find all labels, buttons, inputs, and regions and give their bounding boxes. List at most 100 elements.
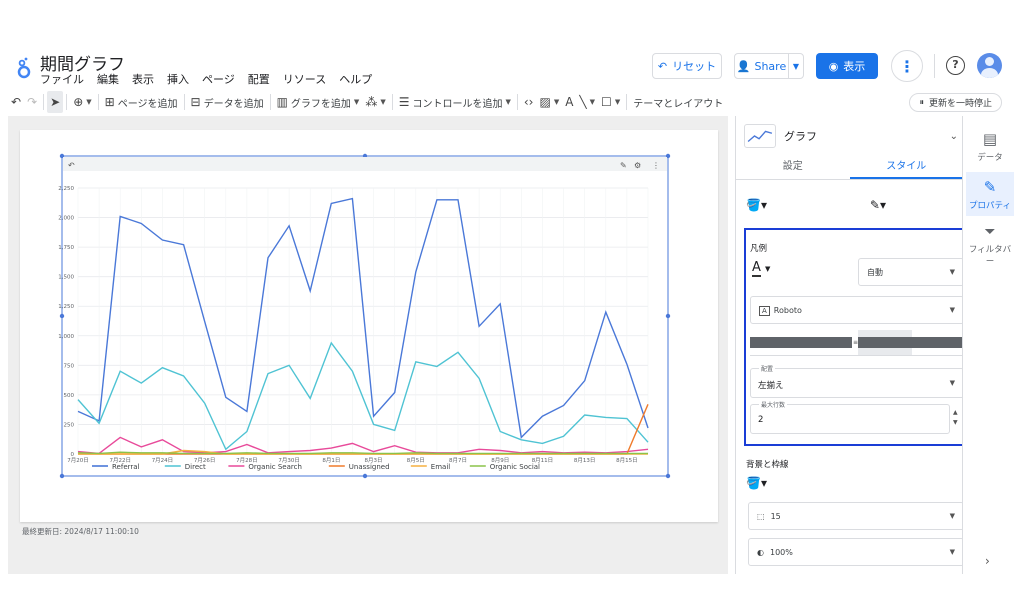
avatar[interactable] xyxy=(977,53,1002,78)
line-button[interactable]: ╲ ▼ xyxy=(576,91,598,113)
community-viz-button[interactable]: ⁂ ▼ xyxy=(362,91,388,113)
zoom-button[interactable]: ⊕ ▼ xyxy=(70,91,94,113)
chevron-down-icon[interactable]: ▼ xyxy=(789,62,803,71)
redo-button[interactable]: ↷ xyxy=(24,91,40,113)
legend-label: 凡例 xyxy=(750,244,768,254)
legend-position-right[interactable]: ≡ xyxy=(804,330,858,355)
rectangle-icon: ☐ xyxy=(601,95,612,109)
menu-resource[interactable]: リソース xyxy=(283,71,326,87)
series-line-organic-search[interactable] xyxy=(77,436,649,455)
image-button[interactable]: ▨ ▼ xyxy=(536,91,562,113)
add-page-button[interactable]: ⊞ ページを追加 xyxy=(102,91,181,113)
square-icon xyxy=(804,337,852,348)
shape-button[interactable]: ☐ ▼ xyxy=(598,91,623,113)
chevron-right-icon[interactable]: › xyxy=(985,554,990,568)
report-canvas: ↶ ✎ ⚙ ⋮ 0 250 500 750 1,000 1,250 1,500 1,750 2,000 2… xyxy=(8,116,728,574)
legend-item[interactable]: Organic Social xyxy=(490,463,540,471)
theme-layout-button[interactable]: テーマとレイアウト xyxy=(630,91,726,113)
menu-page[interactable]: ページ xyxy=(202,71,235,87)
tab-setup[interactable]: 設定 xyxy=(736,156,850,179)
filter-icon: ⏷ xyxy=(984,223,996,240)
x-tick-label: 8月13日 xyxy=(574,457,596,464)
view-button[interactable]: ◉ 表示 xyxy=(816,53,878,79)
x-tick-label: 8月15日 xyxy=(616,457,638,464)
add-chart-button[interactable]: ▥ グラフを追加 ▼ xyxy=(274,91,363,113)
more-vert-icon[interactable]: ⋮ xyxy=(891,50,923,82)
app-frame: 期間グラフ ファイル 編集 表示 挿入 ページ 配置 リソース ヘルプ ↶ リセ… xyxy=(8,46,1016,574)
menu-arrange[interactable]: 配置 xyxy=(248,71,270,87)
app-header: 期間グラフ ファイル 編集 表示 挿入 ページ 配置 リソース ヘルプ ↶ リセ… xyxy=(8,46,1016,90)
series-line-referral[interactable] xyxy=(77,197,649,439)
series-line-unassigned[interactable] xyxy=(78,404,649,455)
menu-file[interactable]: ファイル xyxy=(40,71,84,87)
redo-icon: ↷ xyxy=(27,95,38,109)
font-size-select[interactable]: 自動 ▼ xyxy=(858,258,962,286)
resize-handle[interactable] xyxy=(59,313,65,319)
rail-item-filter-bar[interactable]: ⏷ フィルタバー xyxy=(966,220,1014,270)
legend-position-top[interactable] xyxy=(912,330,962,355)
add-data-button[interactable]: ⊟ データを追加 xyxy=(188,91,267,113)
reset-button[interactable]: ↶ リセット xyxy=(652,53,722,79)
image-icon: ▨ xyxy=(539,95,551,109)
rail-item-properties[interactable]: ✎ プロパティ xyxy=(966,172,1014,216)
pencil-icon: ✎ xyxy=(983,177,997,196)
rail-item-data[interactable]: ▤ データ xyxy=(966,124,1014,168)
pencil-icon[interactable]: ✎▾ xyxy=(870,198,886,212)
fill-color-icon[interactable]: 🪣▾ xyxy=(746,476,767,490)
undo-icon[interactable]: ↶ xyxy=(67,161,75,170)
max-lines-field[interactable]: 最大行数 2 xyxy=(750,400,950,434)
legend-position-group: ≡ xyxy=(750,330,962,356)
edit-icon[interactable]: ✎ xyxy=(620,161,627,170)
settings-icon[interactable]: ⚙ xyxy=(634,161,641,170)
add-control-button[interactable]: ☰ コントロールを追加 ▼ xyxy=(396,91,514,113)
fill-color-icon[interactable]: 🪣▾ xyxy=(746,198,767,212)
text-color-icon[interactable]: A ▼ xyxy=(752,260,770,277)
stepper-icon[interactable]: ▲ ▼ xyxy=(953,408,958,428)
more-vert-icon[interactable]: ⋮ xyxy=(652,161,660,170)
series-line-direct[interactable] xyxy=(77,341,649,451)
divider xyxy=(934,54,935,78)
legend-item[interactable]: Direct xyxy=(185,463,206,471)
pause-updates-button[interactable]: ⏸ 更新を一時停止 xyxy=(909,93,1002,112)
add-data-icon: ⊟ xyxy=(190,95,201,109)
resize-handle[interactable] xyxy=(665,473,671,479)
opacity-select[interactable]: ◐ 100% ▼ xyxy=(748,538,962,566)
alignment-select[interactable]: 配置 左揃え ▼ xyxy=(750,364,962,398)
menu-edit[interactable]: 編集 xyxy=(97,71,119,87)
help-icon[interactable]: ? xyxy=(946,56,965,75)
undo-icon: ↶ xyxy=(11,95,22,109)
last-updated-text: 最終更新日: 2024/8/17 11:00:10 xyxy=(22,527,139,536)
legend-item[interactable]: Email xyxy=(431,463,450,471)
chevron-down-icon: ▼ xyxy=(949,306,955,314)
report-page[interactable]: ↶ ✎ ⚙ ⋮ 0 250 500 750 1,000 1,250 1,500 1,750 2,000 2… xyxy=(20,130,718,522)
chart-type-selector[interactable]: グラフ ⌄ xyxy=(744,122,958,150)
tab-style[interactable]: スタイル xyxy=(849,156,962,179)
resize-handle[interactable] xyxy=(665,313,671,319)
legend-position-bottom[interactable] xyxy=(858,330,912,355)
legend-item[interactable]: Organic Search xyxy=(248,463,302,471)
undo-icon: ↶ xyxy=(657,59,668,73)
text-button[interactable]: A xyxy=(562,91,576,113)
time-series-chart[interactable]: ↶ ✎ ⚙ ⋮02505007501,0001,2501,5001,7502,0002… xyxy=(20,130,718,522)
embed-button[interactable]: ‹› xyxy=(521,91,537,113)
font-family-select[interactable]: A Roboto ▼ xyxy=(750,296,962,324)
menu-help[interactable]: ヘルプ xyxy=(339,71,372,87)
share-button[interactable]: 👤 Share ▼ xyxy=(734,53,804,79)
legend-position-left[interactable] xyxy=(750,330,804,355)
menu-insert[interactable]: 挿入 xyxy=(167,71,189,87)
chevron-down-icon: ▼ xyxy=(589,98,596,106)
legend-item[interactable]: Referral xyxy=(112,463,140,471)
menu-view[interactable]: 表示 xyxy=(132,71,154,87)
x-tick-label: 8月1日 xyxy=(322,457,340,464)
chevron-down-icon: ▼ xyxy=(949,379,955,387)
resize-handle[interactable] xyxy=(362,473,368,479)
chevron-down-icon: ▼ xyxy=(614,98,621,106)
background-border-label: 背景と枠線 xyxy=(746,460,789,470)
select-tool[interactable]: ➤ xyxy=(47,91,64,113)
undo-button[interactable]: ↶ xyxy=(8,91,24,113)
legend-item[interactable]: Unassigned xyxy=(349,463,390,471)
resize-handle[interactable] xyxy=(59,473,65,479)
border-radius-select[interactable]: ⬚ 15 ▼ xyxy=(748,502,962,530)
chevron-down-icon: ▼ xyxy=(553,98,560,106)
properties-panel: グラフ ⌄ 設定 スタイル 🪣▾ ✎▾ 凡例 A ▼ 自動 ▼ A Roboto ▼… xyxy=(735,116,962,574)
